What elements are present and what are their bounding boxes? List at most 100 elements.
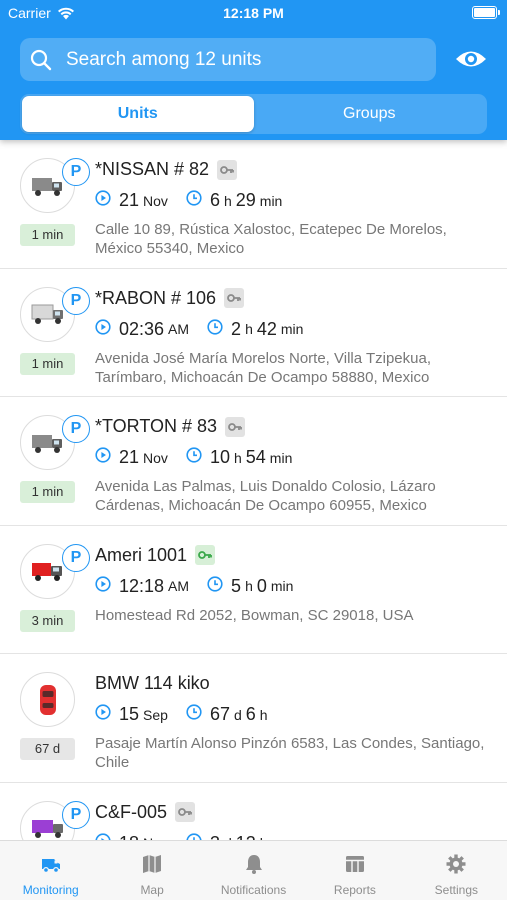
map-icon [141,853,163,883]
tab-monitoring[interactable]: Monitoring [0,841,101,900]
unit-times: 21 Nov 6 h 29 min [95,190,300,211]
last-message-value: 21 [119,190,140,210]
tab-label: Notifications [220,883,287,897]
battery-icon [472,6,500,19]
last-message-play-icon [95,575,119,597]
tab-reports[interactable]: Reports [304,841,405,900]
unit-name: *TORTON # 83 [95,416,218,436]
duration-value-2: 29 [235,190,256,210]
duration-unit-1: h [245,321,253,337]
parking-badge-icon: P [62,158,90,186]
unit-row[interactable]: P 1 min *TORTON # 83 21 Nov 10 h 54 min Avenida L… [0,397,507,526]
duration-clock-icon [186,832,210,840]
last-message-play-icon [95,447,119,468]
bell-icon [243,853,265,883]
tab-units[interactable]: Units [22,96,254,132]
tab-notifications[interactable]: Notifications [203,841,304,900]
bottom-tab-bar: Monitoring Map Notifications Reports Setting… [0,840,507,900]
tab-label: Map [140,883,164,897]
parking-badge-icon: P [62,543,90,572]
unit-address: Avenida José María Morelos Norte, Villa … [95,349,431,386]
last-message-value: 18 [119,833,139,841]
last-message-age-badge: 1 min [20,352,75,375]
search-input[interactable] [66,48,406,71]
duration-value-1: 5 [231,575,242,596]
tab-label: Monitoring [22,883,79,897]
unit-address: Pasaje Martín Alonso Pinzón 6583, Las Co… [95,735,485,771]
unit-address: Calle 10 89, Rústica Xalostoc, Ecatepec … [95,221,447,257]
duration-unit-2: min [259,192,283,209]
header: Carrier 12:18 PM Units Groups [0,0,507,140]
last-message-play-icon [95,190,119,211]
parking-badge-icon: P [62,415,90,443]
duration-value-2: 54 [245,447,266,467]
duration-value-1: 10 [209,447,230,467]
tab-settings[interactable]: Settings [406,841,507,900]
tab-groups[interactable]: Groups [254,96,486,132]
duration-value-1: 6 [209,190,220,210]
last-message-age-badge: 1 min [20,224,75,246]
tab-label: Settings [434,883,478,897]
duration-value-2: 6 [245,704,256,724]
unit-times: 02:36 AM 2 h 42 min [95,319,321,340]
last-message-age-badge: 3 min [20,609,75,632]
units-groups-segmented-control: Units Groups [20,94,487,134]
last-message-unit: Sep [143,706,168,723]
unit-row[interactable]: PC&F-005 18Nov3d12h [0,783,507,841]
last-message-play-icon [95,832,119,840]
unit-name: *RABON # 106 [95,287,217,308]
unit-row[interactable]: P 3 min Ameri 1001 12:18 AM 5 h 0 min Homestead R… [0,526,507,654]
unit-name: *NISSAN # 82 [95,159,210,179]
last-message-play-icon [95,318,119,340]
parking-badge-icon: P [62,800,90,829]
last-message-value: 02:36 [119,318,165,339]
status-bar: Carrier 12:18 PM [0,0,507,30]
ignition-key-icon [175,802,196,822]
duration-unit-1: h [233,449,242,466]
search-icon [30,49,52,70]
last-message-play-icon [95,704,119,725]
tab-label: Reports [333,883,376,897]
search-bar[interactable] [20,38,436,81]
duration-value-1: 3 [210,833,220,841]
unit-times: 15 Sep 67 d 6 h [95,704,286,725]
last-message-unit: Nov [143,449,168,466]
duration-unit-2: h [259,706,268,723]
unit-name: Ameri 1001 [95,544,188,565]
duration-clock-icon [186,190,210,211]
unit-row[interactable]: P 1 min *NISSAN # 82 21 Nov 6 h 29 min Calle 10 8… [0,140,507,269]
duration-unit-1: h [245,578,253,594]
duration-unit-1: h [223,192,232,209]
ignition-key-icon [224,288,245,308]
gear-icon [445,853,467,883]
ignition-key-icon [225,416,246,437]
duration-unit-2: min [269,449,293,466]
duration-value-1: 2 [231,318,242,339]
tab-map[interactable]: Map [101,841,202,900]
last-message-unit: Nov [143,192,168,209]
last-message-unit: AM [168,578,190,594]
unit-address: Avenida Las Palmas, Luis Donaldo Colosio… [95,478,436,514]
duration-unit-2: min [270,578,294,594]
duration-clock-icon [186,447,210,468]
unit-address: Homestead Rd 2052, Bowman, SC 29018, USA [95,606,414,624]
duration-value-2: 42 [256,318,277,339]
unit-name: C&F-005 [95,801,168,822]
duration-clock-icon [207,575,231,597]
unit-times: 21 Nov 10 h 54 min [95,447,310,468]
duration-value-2: 0 [256,575,267,596]
table-icon [344,853,366,883]
unit-row[interactable]: P 1 min *RABON # 106 02:36 AM 2 h 42 min Avenida … [0,269,507,397]
eye-icon[interactable] [454,45,488,73]
duration-unit-1: d [233,706,242,723]
vehicle-icon [20,672,75,727]
van-icon [40,853,62,883]
last-message-value: 12:18 [119,575,165,596]
duration-clock-icon [186,704,210,725]
parking-badge-icon: P [62,286,90,315]
ignition-key-icon [217,159,238,180]
unit-name: BMW 114 kiko [95,673,210,693]
last-message-unit: AM [168,321,190,337]
unit-row[interactable]: 67 d BMW 114 kiko 15 Sep 67 d 6 h Pasaje Martín … [0,654,507,783]
unit-times: 18Nov3d12h [95,832,286,841]
